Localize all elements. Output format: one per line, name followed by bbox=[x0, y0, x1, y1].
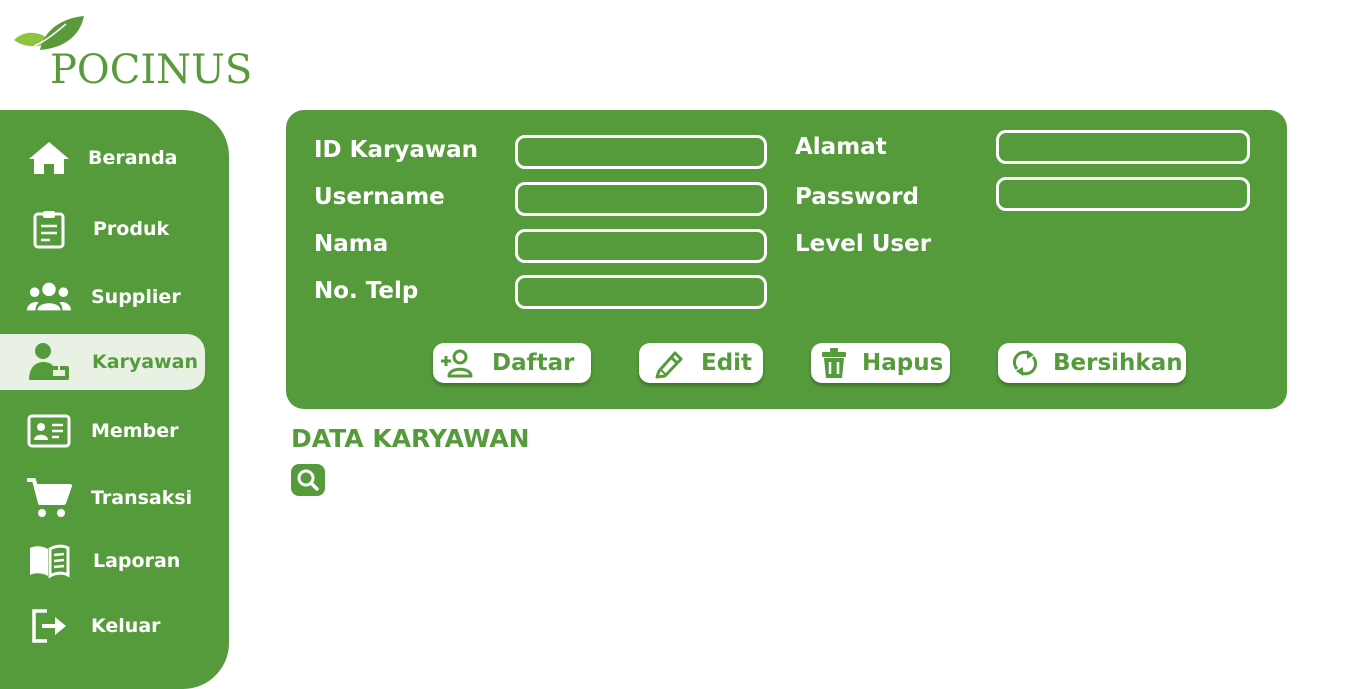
pencil-icon bbox=[655, 351, 683, 379]
home-icon bbox=[26, 135, 72, 181]
bersihkan-label: Bersihkan bbox=[1053, 350, 1183, 376]
sidebar-item-produk[interactable]: Produk bbox=[0, 201, 205, 257]
data-karyawan-title: DATA KARYAWAN bbox=[291, 424, 530, 453]
employee-form-panel: ID Karyawan Username Nama No. Telp Alama… bbox=[286, 110, 1287, 409]
bersihkan-button[interactable]: Bersihkan bbox=[998, 343, 1186, 383]
alamat-label: Alamat bbox=[795, 134, 887, 160]
id-card-icon bbox=[26, 408, 72, 454]
sidebar: Beranda Produk Supplier Karyawan Member … bbox=[0, 110, 229, 689]
sidebar-item-laporan[interactable]: Laporan bbox=[0, 533, 205, 589]
id-karyawan-input[interactable] bbox=[515, 135, 767, 169]
daftar-button[interactable]: Daftar bbox=[433, 343, 591, 383]
sidebar-item-supplier[interactable]: Supplier bbox=[0, 269, 205, 325]
sidebar-item-label: Keluar bbox=[91, 615, 161, 637]
sidebar-item-label: Karyawan bbox=[92, 351, 199, 373]
hapus-label: Hapus bbox=[862, 350, 944, 376]
no-telp-label: No. Telp bbox=[314, 278, 419, 304]
trash-icon bbox=[822, 348, 846, 378]
sidebar-item-label: Transaksi bbox=[91, 487, 193, 509]
password-label: Password bbox=[795, 184, 919, 210]
search-button[interactable] bbox=[291, 464, 325, 496]
edit-label: Edit bbox=[701, 350, 753, 376]
clipboard-icon bbox=[26, 206, 72, 252]
sidebar-item-keluar[interactable]: Keluar bbox=[0, 598, 205, 654]
users-icon bbox=[26, 274, 72, 320]
cart-icon bbox=[26, 475, 72, 521]
brand-logo: POCINUS bbox=[10, 12, 252, 92]
sidebar-item-karyawan[interactable]: Karyawan bbox=[0, 334, 205, 390]
sidebar-item-label: Supplier bbox=[91, 286, 181, 308]
nama-label: Nama bbox=[314, 231, 389, 257]
add-user-icon bbox=[441, 349, 473, 378]
book-icon bbox=[26, 538, 72, 584]
sidebar-item-beranda[interactable]: Beranda bbox=[0, 130, 205, 186]
refresh-icon bbox=[1012, 350, 1038, 376]
nama-input[interactable] bbox=[515, 229, 767, 263]
logout-icon bbox=[26, 603, 72, 649]
username-label: Username bbox=[314, 184, 445, 210]
search-icon bbox=[297, 469, 319, 491]
brand-name: POCINUS bbox=[50, 47, 253, 93]
no-telp-input[interactable] bbox=[515, 275, 767, 309]
username-input[interactable] bbox=[515, 182, 767, 216]
sidebar-item-member[interactable]: Member bbox=[0, 403, 205, 459]
hapus-button[interactable]: Hapus bbox=[811, 343, 950, 383]
sidebar-item-transaksi[interactable]: Transaksi bbox=[0, 470, 205, 526]
sidebar-item-label: Member bbox=[91, 420, 179, 442]
id-karyawan-label: ID Karyawan bbox=[314, 137, 478, 163]
employee-icon bbox=[26, 339, 72, 385]
edit-button[interactable]: Edit bbox=[639, 343, 763, 383]
alamat-input[interactable] bbox=[996, 130, 1250, 164]
sidebar-item-label: Produk bbox=[93, 218, 170, 240]
daftar-label: Daftar bbox=[492, 350, 575, 376]
level-user-label: Level User bbox=[795, 231, 932, 257]
password-input[interactable] bbox=[996, 177, 1250, 211]
sidebar-item-label: Beranda bbox=[88, 147, 178, 169]
sidebar-item-label: Laporan bbox=[93, 550, 181, 572]
